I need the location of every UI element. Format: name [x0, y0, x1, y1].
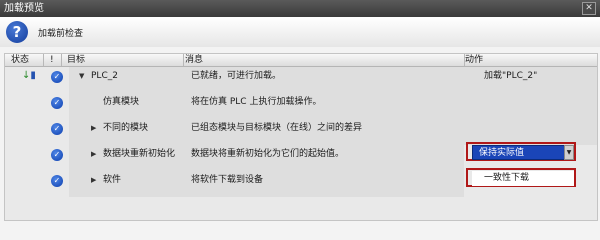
target-cell[interactable]: 仿真模块: [69, 93, 183, 119]
action-option[interactable]: 一致性下载: [472, 171, 574, 186]
action-cell: 一致性下载: [464, 168, 597, 197]
close-icon: ✕: [585, 3, 593, 13]
check-icon: ✓: [51, 175, 63, 187]
message-cell: 已就绪，可进行加载。: [183, 67, 464, 93]
table-header: 状态 ! 目标 消息 动作: [5, 54, 597, 67]
check-cell: ✓: [45, 67, 69, 93]
check-cell: ✓: [45, 171, 69, 197]
download-status-icon: ↓▮: [22, 70, 36, 81]
target-cell[interactable]: ▶ 不同的模块: [69, 119, 183, 145]
col-action[interactable]: 动作: [465, 54, 483, 66]
status-cell: [5, 93, 45, 119]
table-row: ✓ ▶ 软件 将软件下载到设备 一致性下载: [5, 168, 597, 197]
target-label: 不同的模块: [103, 123, 149, 133]
action-text: 一致性下载: [484, 173, 530, 183]
table-row: ↓▮ ✓ ▼ PLC_2 已就绪，可进行加载。 加载"PLC_2": [5, 67, 597, 93]
col-separator: [61, 54, 62, 66]
check-table: 状态 ! 目标 消息 动作 ↓▮ ✓ ▼ PLC_2 已就绪，可进行加载。 加载"…: [4, 53, 598, 221]
target-label: PLC_2: [91, 71, 118, 81]
action-dropdown[interactable]: 保持实际值: [472, 145, 572, 160]
status-cell: [5, 171, 45, 197]
close-button[interactable]: ✕: [582, 2, 596, 15]
header-title: 加载前检查: [38, 29, 84, 39]
col-bang[interactable]: !: [50, 54, 54, 66]
target-label: 数据块重新初始化: [103, 149, 176, 159]
check-cell: ✓: [45, 119, 69, 145]
message-cell: 将在仿真 PLC 上执行加载操作。: [183, 93, 464, 119]
title-bar: 加载预览 ✕: [0, 0, 600, 17]
chevron-down-icon[interactable]: ▼: [564, 145, 574, 160]
message-cell: 数据块将重新初始化为它们的起始值。: [183, 145, 464, 171]
target-cell[interactable]: ▶ 数据块重新初始化: [69, 145, 183, 171]
target-cell[interactable]: ▶ 软件: [69, 171, 183, 197]
message-text: 已就绪，可进行加载。: [191, 71, 282, 81]
status-cell: ↓▮: [5, 67, 45, 93]
message-cell: 已组态模块与目标模块（在线）之间的差异: [183, 119, 464, 145]
col-message[interactable]: 消息: [185, 54, 203, 66]
check-icon: ✓: [51, 123, 63, 135]
target-label: 仿真模块: [103, 97, 140, 107]
help-icon: ?: [6, 21, 28, 43]
message-text: 数据块将重新初始化为它们的起始值。: [191, 149, 345, 159]
status-cell: [5, 119, 45, 145]
message-cell: 将软件下载到设备: [183, 171, 464, 197]
message-text: 已组态模块与目标模块（在线）之间的差异: [191, 123, 363, 133]
dialog-header: ? 加载前检查: [0, 17, 600, 47]
col-separator: [43, 54, 44, 66]
expand-arrow-icon[interactable]: ▶: [91, 171, 99, 190]
dropdown-value: 保持实际值: [479, 148, 525, 158]
action-cell: 加载"PLC_2": [464, 67, 597, 93]
check-cell: ✓: [45, 145, 69, 171]
window-title: 加载预览: [4, 3, 44, 14]
col-separator: [183, 54, 184, 66]
status-cell: [5, 145, 45, 171]
target-label: 软件: [103, 175, 122, 185]
check-icon: ✓: [51, 97, 63, 109]
target-cell[interactable]: ▼ PLC_2: [69, 67, 183, 93]
message-text: 将在仿真 PLC 上执行加载操作。: [191, 97, 322, 107]
check-icon: ✓: [51, 71, 63, 83]
action-cell: [464, 93, 597, 119]
col-status[interactable]: 状态: [11, 54, 29, 66]
check-icon: ✓: [51, 149, 63, 161]
collapse-arrow-icon[interactable]: ▼: [79, 67, 87, 86]
expand-arrow-icon[interactable]: ▶: [91, 145, 99, 164]
col-target[interactable]: 目标: [67, 54, 85, 66]
table-row: ✓ 仿真模块 将在仿真 PLC 上执行加载操作。: [5, 93, 597, 119]
message-text: 将软件下载到设备: [191, 175, 264, 185]
action-text: 加载"PLC_2": [484, 71, 538, 81]
check-cell: ✓: [45, 93, 69, 119]
expand-arrow-icon[interactable]: ▶: [91, 119, 99, 138]
